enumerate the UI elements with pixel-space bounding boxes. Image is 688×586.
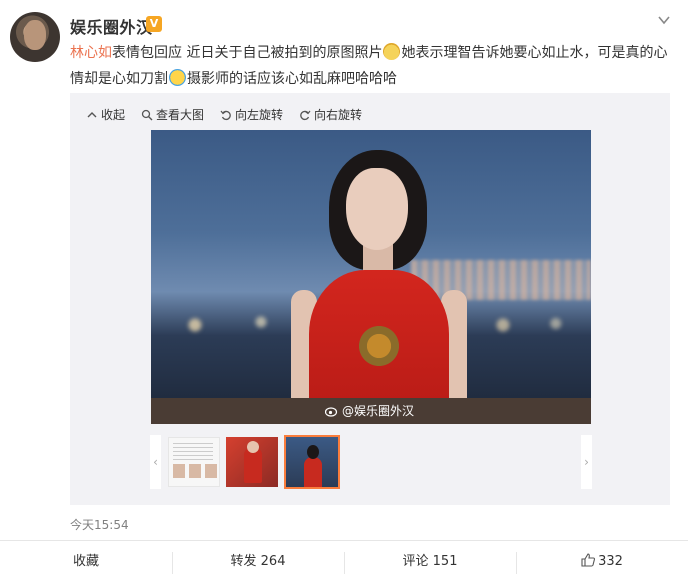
mention-link[interactable]: 林心如 bbox=[70, 45, 112, 61]
thumbnail-face-3 bbox=[205, 464, 217, 478]
weibo-post-card: 娱乐圈外汉 V 林心如表情包回应 近日关于自己被拍到的原图照片 她表示理智告诉她要… bbox=[0, 0, 688, 586]
chevron-down-icon[interactable] bbox=[658, 14, 670, 26]
rotate-left-label: 向左旋转 bbox=[235, 108, 284, 122]
comment-label: 评论 151 bbox=[402, 554, 458, 569]
photo-watermark: @娱乐圈外汉 bbox=[325, 402, 414, 419]
thumbnail-1[interactable] bbox=[168, 437, 220, 487]
photo-dress-embroidery bbox=[351, 318, 407, 374]
thumbnail-2[interactable] bbox=[226, 437, 278, 487]
thumbnail-prev-arrow[interactable]: ‹ bbox=[150, 435, 161, 489]
like-button[interactable]: 332 bbox=[516, 541, 688, 586]
like-count: 332 bbox=[598, 554, 623, 569]
rotate-right-icon bbox=[300, 110, 311, 120]
thumbnail-doc-lines bbox=[173, 443, 213, 461]
collapse-button[interactable]: 收起 bbox=[86, 106, 125, 123]
comment-button[interactable]: 评论 151 bbox=[344, 541, 516, 586]
rotate-right-button[interactable]: 向右旋转 bbox=[299, 106, 362, 123]
view-large-label: 查看大图 bbox=[156, 108, 205, 122]
thumbnail-face-1 bbox=[173, 464, 185, 478]
view-large-button[interactable]: 查看大图 bbox=[141, 106, 204, 123]
main-photo[interactable]: @娱乐圈外汉 bbox=[151, 130, 591, 424]
thumbnail-head bbox=[307, 445, 319, 459]
username[interactable]: 娱乐圈外汉 bbox=[70, 14, 153, 38]
repost-button[interactable]: 转发 264 bbox=[172, 541, 344, 586]
magnifier-icon bbox=[141, 109, 153, 120]
thumbs-up-icon bbox=[581, 553, 596, 567]
media-expanded-panel: 收起 查看大图 向左旋转 向右旋转 @娱乐圈外汉 ‹ › bbox=[70, 93, 670, 505]
repost-label: 转发 264 bbox=[230, 554, 286, 569]
watermark-text: @娱乐圈外汉 bbox=[342, 404, 415, 418]
media-toolbar: 收起 查看大图 向左旋转 向右旋转 bbox=[86, 106, 362, 123]
rotate-left-button[interactable]: 向左旋转 bbox=[220, 106, 283, 123]
favorite-button[interactable]: 收藏 bbox=[0, 541, 172, 586]
collapse-label: 收起 bbox=[101, 108, 126, 122]
verified-badge-icon: V bbox=[146, 16, 162, 32]
rotate-right-label: 向右旋转 bbox=[314, 108, 363, 122]
post-timestamp[interactable]: 今天15:54 bbox=[70, 516, 129, 533]
thumbnail-person bbox=[304, 457, 322, 487]
post-action-bar: 收藏 转发 264 评论 151 332 bbox=[0, 540, 688, 586]
rotate-left-icon bbox=[220, 110, 231, 120]
thumbnail-next-arrow[interactable]: › bbox=[581, 435, 592, 489]
laughing-emoji-icon bbox=[383, 43, 401, 60]
thumbnail-strip: ‹ › bbox=[150, 435, 592, 489]
crying-laughing-emoji-icon bbox=[169, 69, 186, 86]
photo-city-lights bbox=[411, 260, 591, 300]
photo-face bbox=[346, 168, 408, 250]
post-text-part1: 表情包回应 近日关于自己被拍到的原图照片 bbox=[112, 45, 383, 61]
thumbnail-head bbox=[247, 441, 259, 453]
avatar-face bbox=[24, 20, 46, 50]
post-text: 林心如表情包回应 近日关于自己被拍到的原图照片 她表示理智告诉她要心如止水，可是真… bbox=[70, 40, 670, 92]
favorite-label: 收藏 bbox=[72, 554, 99, 569]
weibo-logo-icon bbox=[325, 406, 338, 417]
post-text-part3: 摄影师的话应该心如乱麻吧哈哈哈 bbox=[187, 71, 397, 87]
thumbnail-face-2 bbox=[189, 464, 201, 478]
thumbnail-3-selected[interactable] bbox=[284, 435, 340, 489]
avatar[interactable] bbox=[10, 12, 60, 62]
collapse-arrow-icon bbox=[87, 111, 97, 117]
